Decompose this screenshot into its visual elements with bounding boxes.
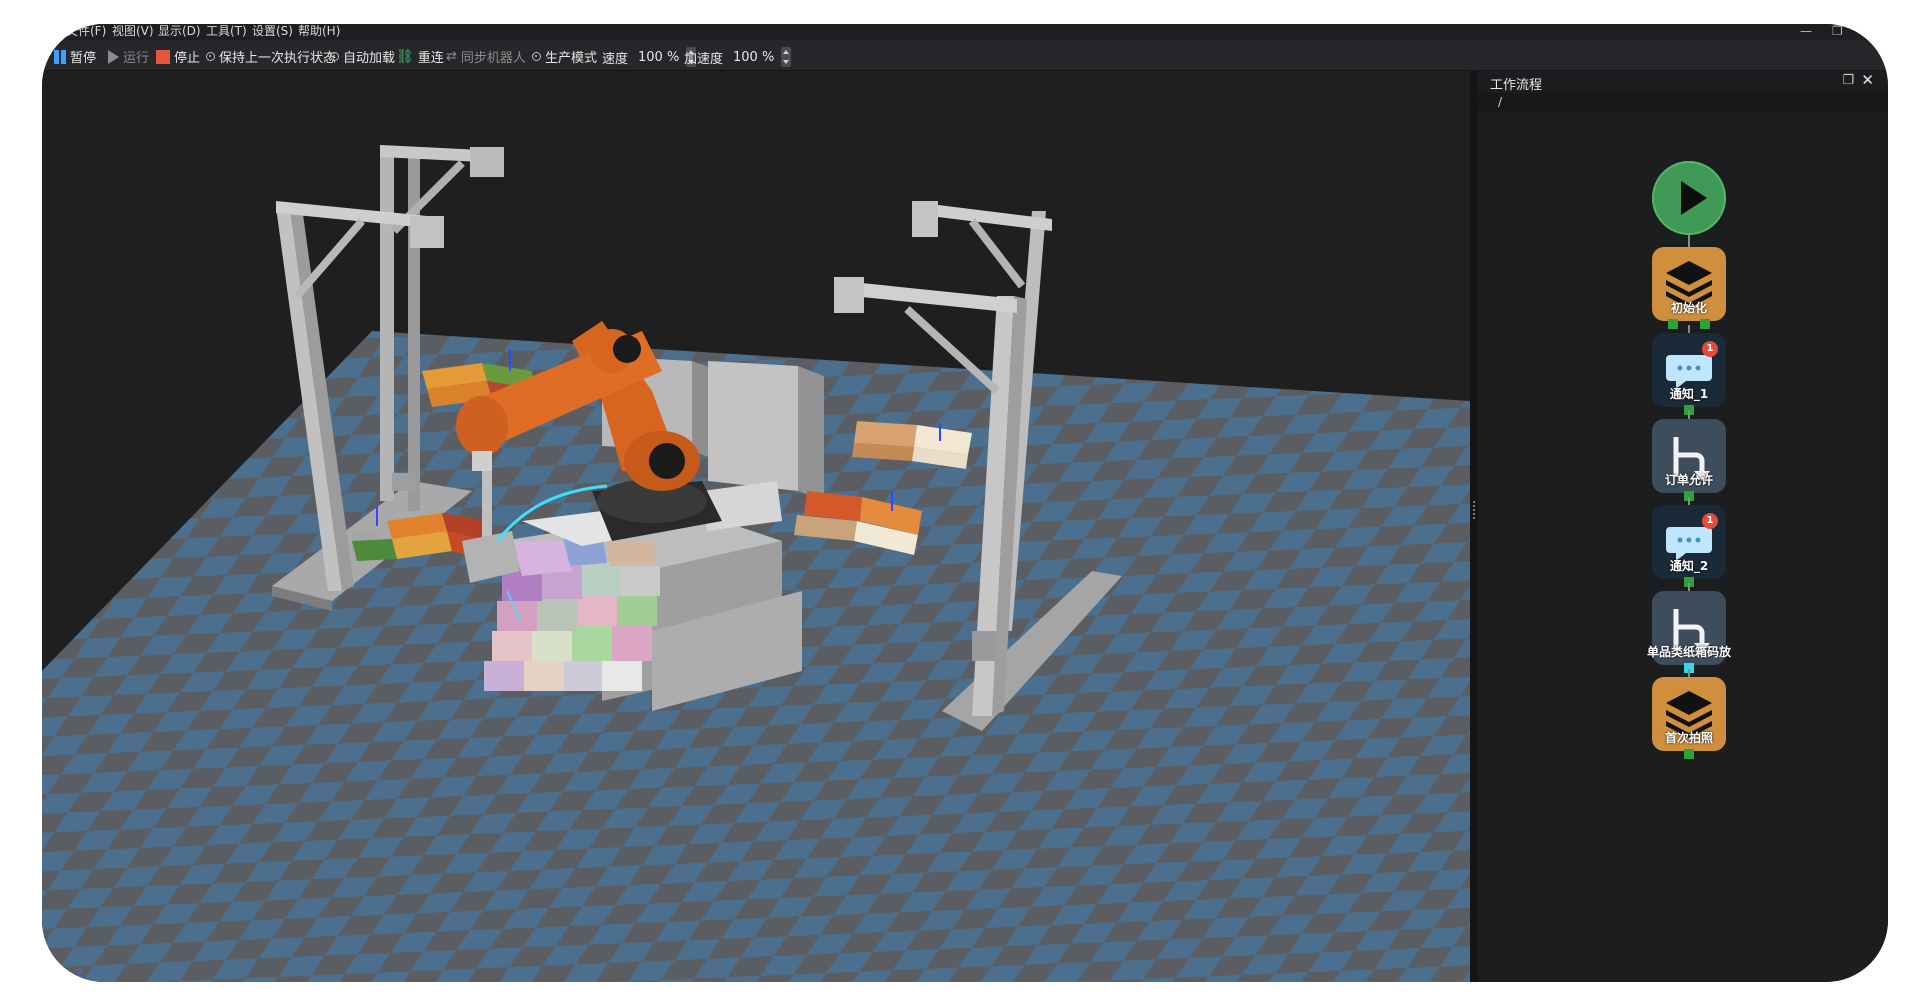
accel-stepper[interactable]	[781, 47, 792, 67]
restore-window-icon[interactable]: ❐	[1832, 24, 1843, 38]
float-panel-icon[interactable]: ❐	[1842, 73, 1854, 88]
connector	[1688, 583, 1690, 591]
production-mode-toggle[interactable]: 生产模式	[532, 47, 597, 66]
start-node[interactable]	[1652, 161, 1726, 235]
connector	[1688, 669, 1690, 677]
keep-last-state-label: 保持上一次执行状态	[219, 51, 337, 66]
workflow-path: /	[1498, 95, 1503, 109]
menu-help[interactable]: 帮助(H)	[298, 24, 340, 38]
connector	[1688, 497, 1690, 505]
minimize-icon[interactable]: —	[1800, 24, 1812, 38]
workflow-path-bar: /	[1478, 93, 1888, 111]
panel-splitter[interactable]	[1470, 71, 1478, 982]
accel-label: 加速度	[684, 51, 724, 67]
close-icon[interactable]: ✕	[1861, 71, 1874, 89]
workflow-node-label: 首次拍照	[1664, 731, 1713, 745]
workflow-node-label: 单品类纸箱码放	[1646, 645, 1731, 659]
workflow-node-label: 通知_1	[1669, 387, 1709, 401]
accel-control: 加速度 100 %	[684, 47, 792, 67]
stop-label: 停止	[174, 51, 201, 66]
reconnect-label: 重连	[417, 51, 444, 66]
speed-value[interactable]: 100 %	[638, 50, 679, 65]
pause-button[interactable]: 暂停	[54, 47, 96, 66]
connector	[1688, 235, 1690, 247]
menu-view[interactable]: 视图(V)	[112, 24, 154, 38]
z-axis-label: Z	[76, 967, 84, 980]
connector	[1688, 325, 1690, 333]
toggle-icon	[330, 52, 339, 61]
stop-button[interactable]: 停止	[156, 47, 200, 66]
workflow-panel-title: 工作流程	[1490, 78, 1543, 93]
toggle-icon	[532, 52, 541, 61]
output-port[interactable]	[1684, 749, 1694, 759]
pause-label: 暂停	[70, 51, 97, 66]
workflow-panel-header: 工作流程 ❐ ✕	[1478, 71, 1888, 93]
workflow-node-label: 初始化	[1670, 301, 1707, 315]
accel-value[interactable]: 100 %	[733, 50, 774, 65]
3d-viewport[interactable]: Z	[42, 71, 1470, 982]
output-port[interactable]	[1668, 319, 1678, 329]
menu-tools[interactable]: 工具(T)	[206, 24, 247, 38]
auto-load-label: 自动加载	[343, 51, 396, 66]
toolbar: 暂停 运行 停止 保持上一次执行状态 自动加载 ⛓ 重连 ⇄ 同步机器人 生产模…	[42, 40, 1888, 71]
menu-bar: 文件(F) 视图(V) 显示(D) 工具(T) 设置(S) 帮助(H) — ❐	[42, 24, 1888, 40]
reconnect-button[interactable]: ⛓ 重连	[396, 47, 444, 67]
scene-canvas[interactable]	[42, 71, 1470, 982]
menu-file[interactable]: 文件(F)	[66, 24, 106, 38]
workflow-panel: 工作流程 ❐ ✕ / 初始化 1 通知_1 订单允许 1 通知_2 单品类纸箱码…	[1478, 71, 1888, 982]
workflow-node-label: 订单允许	[1664, 473, 1713, 487]
sync-robot-button[interactable]: ⇄ 同步机器人	[446, 47, 526, 66]
toggle-icon	[206, 52, 215, 61]
output-port[interactable]	[1700, 319, 1710, 329]
stop-icon	[156, 49, 170, 64]
run-label: 运行	[123, 51, 150, 66]
notification-badge: 1	[1702, 341, 1718, 357]
keep-last-state-toggle[interactable]: 保持上一次执行状态	[206, 47, 336, 66]
splitter-grip-icon	[1473, 501, 1475, 521]
menu-settings[interactable]: 设置(S)	[252, 24, 293, 38]
auto-load-toggle[interactable]: 自动加载	[330, 47, 395, 66]
workflow-node-label: 通知_2	[1669, 559, 1709, 573]
sync-robot-label: 同步机器人	[460, 51, 526, 66]
connector	[1688, 411, 1690, 419]
menu-display[interactable]: 显示(D)	[158, 24, 201, 38]
link-icon: ⛓	[396, 48, 414, 65]
pause-icon	[54, 49, 66, 64]
production-mode-label: 生产模式	[545, 51, 598, 66]
notification-badge: 1	[1702, 513, 1718, 529]
speed-control: 速度 100 %	[602, 47, 697, 67]
speed-label: 速度	[602, 51, 629, 67]
run-button[interactable]: 运行	[108, 47, 149, 66]
play-icon	[108, 49, 119, 64]
application-window: 文件(F) 视图(V) 显示(D) 工具(T) 设置(S) 帮助(H) — ❐ …	[42, 24, 1888, 982]
sync-icon: ⇄	[446, 49, 457, 64]
